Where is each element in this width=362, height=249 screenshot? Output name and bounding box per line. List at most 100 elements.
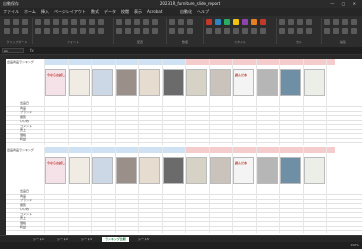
- menu-item[interactable]: ホーム: [24, 9, 36, 15]
- product-photo[interactable]: [162, 157, 184, 184]
- zoom-level[interactable]: 100%: [350, 243, 359, 247]
- ribbon-button[interactable]: [279, 19, 285, 25]
- ribbon-button[interactable]: [279, 28, 285, 34]
- product-photo[interactable]: [186, 69, 207, 96]
- menu-item[interactable]: 自動化: [180, 9, 192, 15]
- ribbon-button[interactable]: [89, 28, 95, 34]
- ribbon-button[interactable]: [333, 28, 339, 34]
- product-photo[interactable]: [92, 157, 113, 184]
- ribbon-button[interactable]: [53, 28, 59, 34]
- ribbon-button[interactable]: [169, 19, 175, 25]
- product-photo[interactable]: [115, 69, 137, 96]
- ribbon-button[interactable]: [169, 28, 175, 34]
- ribbon-button[interactable]: [22, 19, 28, 25]
- menu-item[interactable]: 数式: [91, 9, 99, 15]
- ribbon-button[interactable]: [62, 28, 68, 34]
- ribbon-button[interactable]: [306, 28, 312, 34]
- data-row[interactable]: [6, 224, 362, 227]
- product-photo[interactable]: 今ならお試し: [45, 157, 66, 184]
- ribbon-button[interactable]: [35, 28, 41, 34]
- ribbon-button[interactable]: [297, 19, 303, 25]
- ribbon-button[interactable]: [215, 19, 221, 25]
- ribbon-button[interactable]: [71, 28, 77, 34]
- menu-item[interactable]: 校閲: [121, 9, 129, 15]
- ribbon-button[interactable]: [98, 19, 104, 25]
- ribbon-button[interactable]: [143, 28, 149, 34]
- fx-icon[interactable]: fx: [30, 48, 34, 53]
- data-row[interactable]: [6, 197, 362, 200]
- data-row[interactable]: [6, 140, 362, 143]
- data-row[interactable]: [6, 192, 362, 195]
- menu-item[interactable]: データ: [104, 9, 116, 15]
- ribbon-button[interactable]: [351, 28, 357, 34]
- ribbon-button[interactable]: [178, 19, 184, 25]
- product-photo[interactable]: [280, 69, 301, 96]
- ribbon-button[interactable]: [152, 28, 158, 34]
- ribbon-button[interactable]: [152, 19, 158, 25]
- menu-item[interactable]: ページレイアウト: [54, 9, 86, 15]
- product-photo[interactable]: [139, 157, 160, 184]
- ribbon-button[interactable]: [44, 19, 50, 25]
- data-row[interactable]: [6, 104, 362, 107]
- ribbon-button[interactable]: [260, 19, 266, 25]
- menu-item[interactable]: 挿入: [41, 9, 49, 15]
- ribbon-button[interactable]: [224, 28, 230, 34]
- ribbon-button[interactable]: [178, 28, 184, 34]
- product-photo[interactable]: 今ならお試し: [45, 69, 66, 96]
- ribbon-button[interactable]: [342, 19, 348, 25]
- data-row[interactable]: [6, 131, 362, 134]
- ribbon-button[interactable]: [251, 28, 257, 34]
- ribbon-button[interactable]: [288, 19, 294, 25]
- ribbon-button[interactable]: [125, 19, 131, 25]
- ribbon-button[interactable]: [80, 19, 86, 25]
- data-row[interactable]: [6, 206, 362, 209]
- menu-item[interactable]: Acrobat: [147, 9, 162, 14]
- ribbon-button[interactable]: [62, 19, 68, 25]
- ribbon-button[interactable]: [242, 19, 248, 25]
- ribbon-button[interactable]: [22, 28, 28, 34]
- ribbon-button[interactable]: [206, 28, 212, 34]
- product-photo[interactable]: [303, 157, 325, 184]
- data-row[interactable]: [6, 219, 362, 222]
- autosave-label[interactable]: 自動保存: [3, 1, 19, 7]
- ribbon-button[interactable]: [351, 19, 357, 25]
- data-row[interactable]: [6, 118, 362, 121]
- data-row[interactable]: [6, 210, 362, 213]
- spreadsheet-grid[interactable]: 出品商品ランキング 今ならお試し 読んだ本 出品日 商品 ブランド 閲覧 いいね コメント 売上価…: [6, 59, 362, 235]
- data-row[interactable]: [6, 136, 362, 139]
- ribbon-button[interactable]: [44, 28, 50, 34]
- menu-item[interactable]: ファイル: [3, 9, 19, 15]
- product-photo[interactable]: [209, 157, 231, 184]
- window-controls[interactable]: — ▢ ✕: [330, 1, 359, 6]
- ribbon-button[interactable]: [187, 19, 193, 25]
- ribbon-button[interactable]: [333, 19, 339, 25]
- ribbon-button[interactable]: [233, 19, 239, 25]
- menu-item[interactable]: ヘルプ: [197, 9, 209, 15]
- ribbon-button[interactable]: [242, 28, 248, 34]
- ribbon-button[interactable]: [143, 19, 149, 25]
- ribbon-button[interactable]: [233, 28, 239, 34]
- ribbon-button[interactable]: [215, 28, 221, 34]
- ribbon-button[interactable]: [187, 28, 193, 34]
- product-photo[interactable]: [280, 157, 301, 184]
- product-photo[interactable]: [303, 69, 325, 96]
- ribbon-button[interactable]: [80, 28, 86, 34]
- data-row[interactable]: [6, 228, 362, 231]
- ribbon-button[interactable]: [297, 28, 303, 34]
- product-photo[interactable]: 読んだ本: [233, 69, 254, 96]
- data-row[interactable]: [6, 113, 362, 116]
- ribbon-button[interactable]: [251, 19, 257, 25]
- ribbon-button[interactable]: [98, 28, 104, 34]
- product-photo[interactable]: [186, 157, 207, 184]
- ribbon-button[interactable]: [125, 28, 131, 34]
- product-photo[interactable]: 読んだ本: [233, 157, 254, 184]
- product-photo[interactable]: [139, 69, 160, 96]
- product-photo[interactable]: [92, 69, 113, 96]
- ribbon-button[interactable]: [288, 28, 294, 34]
- product-photo[interactable]: [162, 69, 184, 96]
- ribbon-button[interactable]: [342, 28, 348, 34]
- product-photo[interactable]: [209, 69, 231, 96]
- data-row[interactable]: [6, 127, 362, 130]
- ribbon-button[interactable]: [13, 28, 19, 34]
- data-row[interactable]: [6, 201, 362, 204]
